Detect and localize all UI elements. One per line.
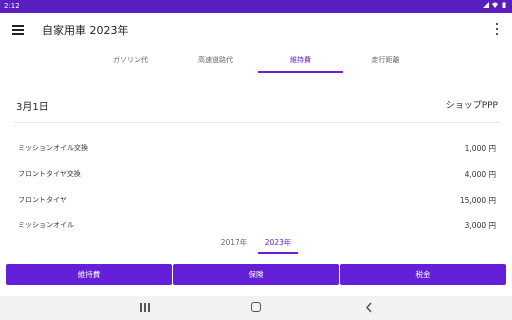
entry-shop[interactable]: ショップPPP bbox=[446, 98, 498, 111]
item-label: フロントタイヤ bbox=[18, 196, 67, 204]
item-label: ミッションオイル交換 bbox=[18, 144, 88, 152]
insurance-button[interactable]: 保険 bbox=[173, 264, 339, 285]
item-amount: 1,000 円 bbox=[464, 144, 496, 153]
item-label: ミッションオイル bbox=[18, 221, 74, 229]
tab-year-2017[interactable]: 2017年 bbox=[212, 232, 256, 254]
back-icon[interactable] bbox=[364, 302, 374, 313]
item-label: フロントタイヤ交換 bbox=[18, 170, 81, 178]
battery-icon bbox=[502, 2, 506, 8]
home-icon[interactable] bbox=[251, 302, 261, 312]
maintenance-button[interactable]: 維持費 bbox=[6, 264, 172, 285]
tab-mileage[interactable]: 走行距離 bbox=[343, 47, 428, 73]
entry-date[interactable]: 3月1日 bbox=[16, 98, 49, 113]
page-title: 自家用車 2023年 bbox=[42, 24, 129, 37]
item-amount: 15,000 円 bbox=[459, 196, 496, 205]
status-time: 2:12 bbox=[4, 2, 20, 10]
item-amount: 3,000 円 bbox=[464, 221, 496, 230]
menu-icon[interactable] bbox=[12, 24, 25, 36]
signal-icon bbox=[483, 2, 489, 8]
list-item[interactable]: フロントタイヤ 15,000 円 bbox=[0, 195, 512, 211]
tab-year-2023[interactable]: 2023年 bbox=[256, 232, 300, 254]
bottom-button-bar: 維持費 保険 税金 bbox=[6, 264, 507, 285]
list-item[interactable]: フロントタイヤ交換 4,000 円 bbox=[0, 169, 512, 185]
app-bar: 自家用車 2023年 bbox=[0, 13, 512, 47]
year-tabs: 2017年 2023年 bbox=[212, 232, 312, 254]
system-nav-bar bbox=[0, 296, 512, 320]
wifi-icon bbox=[492, 2, 498, 8]
more-vert-icon[interactable] bbox=[494, 22, 500, 36]
recent-apps-icon[interactable] bbox=[140, 303, 150, 312]
status-icons bbox=[483, 2, 507, 8]
screen: 2:12 自家用車 2023年 ガソリン代 高速道路代 維持費 走行距離 3月1… bbox=[0, 0, 512, 320]
tax-button[interactable]: 税金 bbox=[340, 264, 506, 285]
list-item[interactable]: ミッションオイル交換 1,000 円 bbox=[0, 143, 512, 159]
category-tabs: ガソリン代 高速道路代 維持費 走行距離 bbox=[88, 47, 428, 73]
tab-highway[interactable]: 高速道路代 bbox=[173, 47, 258, 73]
tab-maintenance[interactable]: 維持費 bbox=[258, 47, 343, 73]
divider bbox=[14, 122, 500, 123]
status-bar: 2:12 bbox=[0, 0, 512, 13]
item-amount: 4,000 円 bbox=[464, 170, 496, 179]
tab-gasoline[interactable]: ガソリン代 bbox=[88, 47, 173, 73]
